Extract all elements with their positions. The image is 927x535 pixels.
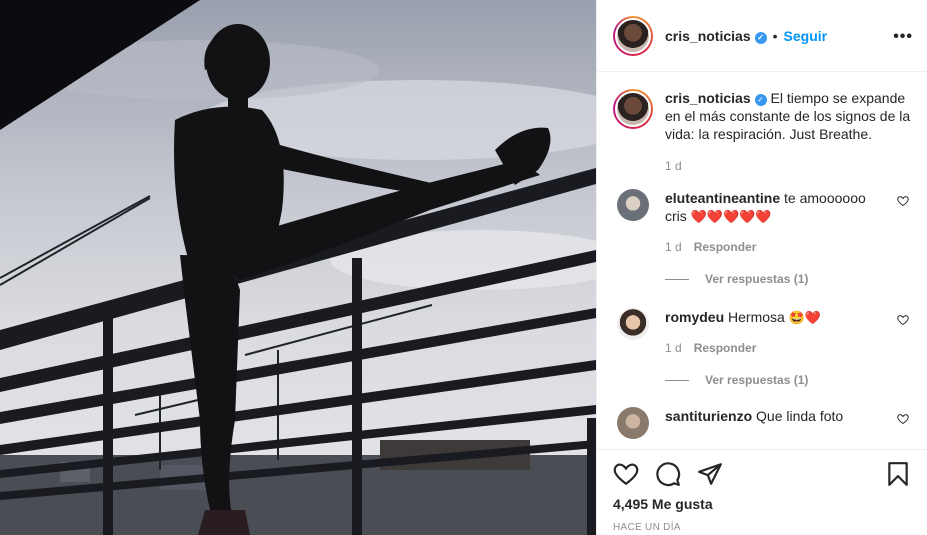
reply-button[interactable]: Responder (694, 240, 757, 254)
post-side-panel: cris_noticias ✓ • Seguir ••• cris_noticia… (596, 0, 927, 535)
like-comment-heart-icon[interactable] (897, 314, 909, 326)
comment-emojis: 🤩❤️ (788, 310, 822, 325)
comment-age: 1 d (665, 341, 682, 355)
view-replies-button[interactable]: Ver respuestas (1) (665, 272, 911, 286)
commenter-avatar[interactable] (617, 407, 649, 439)
comment-username[interactable]: santiturienzo (665, 408, 752, 424)
caption-username[interactable]: cris_noticias (665, 90, 751, 106)
comment-emojis: ❤️❤️❤️❤️❤️ (690, 209, 772, 224)
comment-bubble-icon[interactable] (655, 461, 681, 487)
separator-dot: • (772, 27, 778, 44)
comment-username[interactable]: eluteantineantine (665, 190, 780, 206)
like-heart-icon[interactable] (613, 461, 639, 487)
post-actions: 4,495 Me gusta HACE UN DÍA (597, 449, 927, 533)
commenter-avatar[interactable] (617, 308, 649, 340)
post-header: cris_noticias ✓ • Seguir ••• (597, 0, 927, 72)
comment-text: Hermosa (728, 309, 785, 325)
comment-text: Que linda foto (756, 408, 844, 424)
view-replies-button[interactable]: Ver respuestas (1) (665, 373, 911, 387)
more-options-icon[interactable]: ••• (893, 28, 913, 46)
photo-illustration (0, 0, 596, 535)
verified-icon: ✓ (754, 94, 767, 106)
comments-list[interactable]: cris_noticias ✓ El tiempo se expande en e… (597, 73, 927, 449)
comment-age: 1 d (665, 240, 682, 254)
comment-item: santiturienzo Que linda foto (613, 407, 911, 439)
reply-button[interactable]: Responder (694, 341, 757, 355)
author-username-text[interactable]: cris_noticias (665, 28, 751, 44)
author-avatar[interactable] (613, 15, 653, 56)
comment-username[interactable]: romydeu (665, 309, 724, 325)
like-comment-heart-icon[interactable] (897, 195, 909, 207)
verified-icon: ✓ (754, 31, 767, 44)
caption-age: 1 d (665, 159, 682, 173)
post-caption: cris_noticias ✓ El tiempo se expande en e… (613, 89, 911, 175)
commenter-avatar[interactable] (617, 189, 649, 221)
caption-avatar[interactable] (613, 89, 653, 129)
likes-count[interactable]: 4,495 Me gusta (613, 496, 911, 512)
author-username[interactable]: cris_noticias ✓ (665, 28, 767, 44)
comment-item: eluteantineantine te amoooooo cris ❤️❤️❤… (613, 189, 911, 256)
post-timestamp[interactable]: HACE UN DÍA (613, 522, 911, 533)
comment-item: romydeu Hermosa 🤩❤️ 1 d Responder (613, 308, 911, 357)
share-paper-plane-icon[interactable] (697, 461, 723, 487)
follow-button[interactable]: Seguir (784, 28, 828, 44)
like-comment-heart-icon[interactable] (897, 413, 909, 425)
post-photo[interactable] (0, 0, 596, 535)
save-bookmark-icon[interactable] (885, 461, 911, 487)
